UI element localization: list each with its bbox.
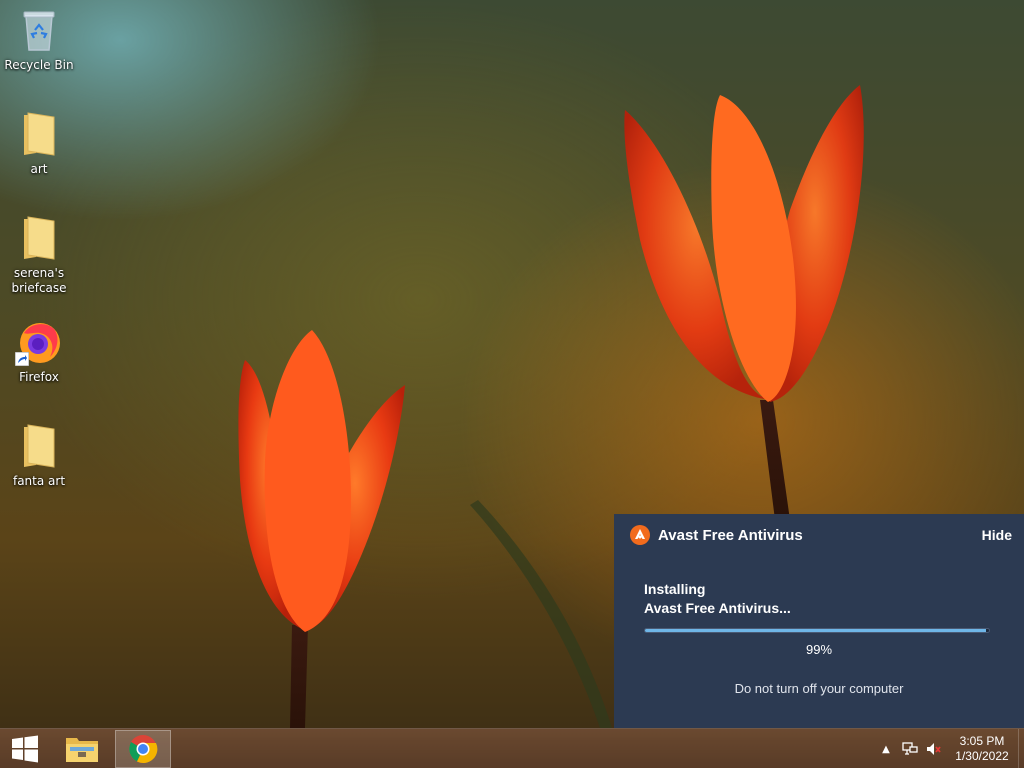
desktop-icon-label: Firefox	[19, 370, 59, 384]
hide-button[interactable]: Hide	[982, 527, 1012, 543]
folder-icon	[15, 214, 63, 262]
install-progress-percent: 99%	[805, 642, 833, 657]
install-progress-bar	[644, 628, 990, 633]
show-hidden-icons-button[interactable]: ▲	[874, 729, 898, 768]
desktop-icon-firefox[interactable]: Firefox	[4, 318, 74, 385]
file-explorer-icon	[66, 738, 98, 762]
taskbar-file-explorer[interactable]	[54, 730, 110, 768]
desktop-icon-label: fanta art	[12, 474, 66, 488]
network-icon	[902, 742, 918, 755]
folder-icon	[15, 422, 63, 470]
desktop-icon-fanta-art[interactable]: fanta art	[4, 422, 74, 489]
desktop-icon-label: Recycle Bin	[4, 58, 74, 72]
clock-time: 3:05 PM	[959, 734, 1005, 748]
avast-title: Avast Free Antivirus	[658, 526, 803, 544]
show-desktop-button[interactable]	[1018, 729, 1024, 768]
shortcut-arrow-icon	[15, 352, 29, 366]
windows-start-icon	[12, 735, 38, 763]
desktop-icon-art[interactable]: art	[4, 110, 74, 177]
taskbar: ▲ 3:05 PM 1/30/2022	[0, 728, 1024, 768]
volume-button[interactable]	[922, 729, 946, 768]
install-progress-fill	[645, 629, 986, 632]
install-status-line2: Avast Free Antivirus...	[644, 600, 791, 616]
taskbar-clock[interactable]: 3:05 PM 1/30/2022	[946, 734, 1018, 764]
system-tray: ▲ 3:05 PM 1/30/2022	[874, 729, 1024, 768]
install-status-line1: Installing	[644, 581, 706, 597]
folder-icon	[15, 110, 63, 158]
avast-logo-icon	[630, 525, 650, 545]
avast-install-panel: Avast Free Antivirus Hide Installing Ava…	[614, 514, 1024, 728]
chevron-up-icon: ▲	[882, 743, 890, 755]
network-button[interactable]	[898, 729, 922, 768]
clock-date: 1/30/2022	[955, 749, 1009, 763]
install-status: Installing Avast Free Antivirus...	[644, 580, 791, 618]
recycle-bin-icon	[15, 6, 63, 54]
install-warning: Do not turn off your computer	[734, 681, 904, 696]
desktop-icon-serenas-briefcase[interactable]: serena's briefcase	[4, 214, 74, 296]
avast-header: Avast Free Antivirus Hide	[630, 524, 1012, 546]
taskbar-chrome[interactable]	[115, 730, 171, 768]
chrome-icon	[129, 735, 158, 764]
start-button[interactable]	[4, 733, 46, 765]
desktop-icon-label: serena's briefcase	[11, 266, 67, 295]
volume-muted-icon	[927, 743, 941, 755]
firefox-icon	[15, 318, 63, 366]
desktop-icon-label: art	[30, 162, 48, 176]
desktop-icon-recycle-bin[interactable]: Recycle Bin	[4, 6, 74, 73]
